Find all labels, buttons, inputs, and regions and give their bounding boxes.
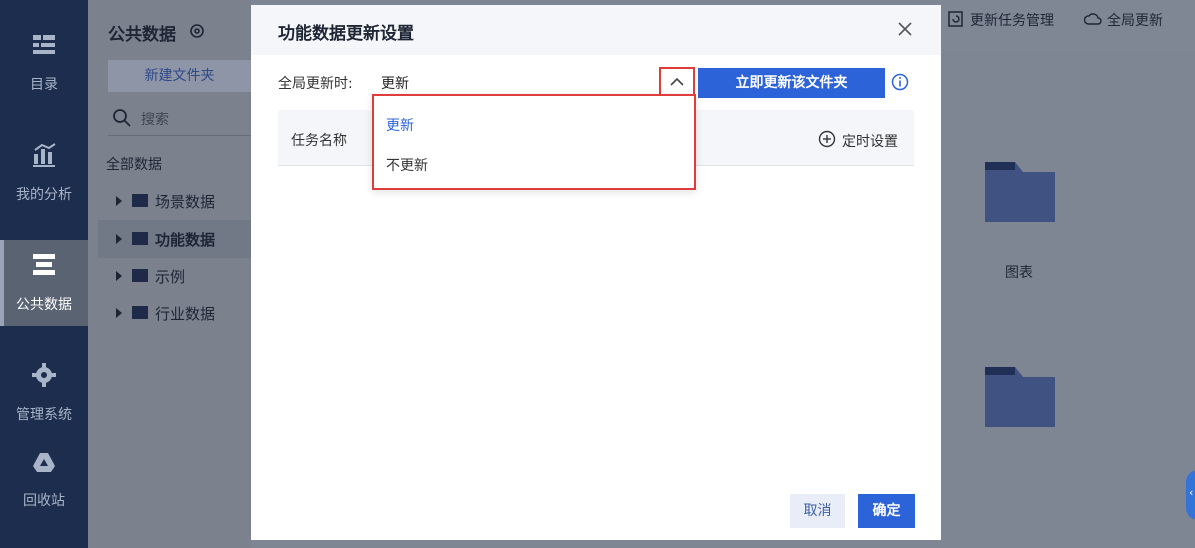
column-task-name: 任务名称 [291,133,347,149]
chevron-left-icon: ‹ [1189,486,1194,499]
global-update-select[interactable]: 更新 [373,65,695,97]
analysis-chart-icon [33,143,56,167]
top-toolbar: 更新任务管理 全局更新 [941,0,1195,52]
dropdown-option-update[interactable]: 更新 [386,115,414,135]
tree-item-label: 行业数据 [155,305,216,323]
rail-item-public-data[interactable]: 公共数据 [0,240,88,326]
folder-icon [132,194,148,207]
rail-label: 管理系统 [16,407,72,423]
task-manage-icon [948,11,963,27]
folder-panel: 公共数据 新建文件夹 搜索 全部数据 场景数据 功能数据 示例 行业数据 [88,0,251,548]
rail-item-catalog[interactable]: 目录 [0,20,88,106]
tree-item-label: 功能数据 [155,231,216,249]
expand-arrow-icon[interactable] [116,196,122,206]
folder-label[interactable]: 图表 [1005,262,1033,282]
panel-title: 公共数据 [108,25,176,45]
global-update-button[interactable]: 全局更新 [1107,10,1163,30]
public-data-icon [33,254,55,275]
dropdown-option-no-update[interactable]: 不更新 [386,155,428,175]
update-option-dropdown: 更新 不更新 [372,94,696,190]
folder-icon[interactable] [985,365,1055,427]
task-manage-button[interactable]: 更新任务管理 [970,10,1054,30]
select-value: 更新 [381,76,409,92]
gear-icon [32,363,56,387]
tree-item-function-data[interactable]: 功能数据 [98,220,251,258]
modal-header: 功能数据更新设置 [251,5,941,55]
confirm-button[interactable]: 确定 [858,494,915,528]
expand-arrow-icon[interactable] [116,234,122,244]
modal-title: 功能数据更新设置 [278,24,414,44]
add-circle-icon [818,130,836,148]
search-placeholder: 搜索 [141,112,169,128]
tree-item-label: 示例 [155,268,186,286]
new-folder-button[interactable]: 新建文件夹 [108,60,251,92]
rail-item-management[interactable]: 管理系统 [0,350,88,436]
rail-label: 我的分析 [16,187,72,203]
tree-item-examples[interactable]: 示例 [98,257,251,295]
rail-label: 目录 [30,77,58,93]
tree-item-scene-data[interactable]: 场景数据 [98,182,251,220]
search-box[interactable]: 搜索 [108,104,251,136]
collapse-tab[interactable]: ‹ [1186,470,1195,520]
catalog-icon [33,35,55,54]
all-data-label[interactable]: 全部数据 [106,154,162,174]
update-folder-now-button[interactable]: 立即更新该文件夹 [698,68,885,98]
select-toggle[interactable] [659,67,695,97]
update-settings-modal: 功能数据更新设置 全局更新时: 更新 立即更新该文件夹 任务名称 定时设置 更新… [251,5,941,540]
cloud-update-icon [1084,13,1102,25]
rail-label: 公共数据 [16,297,72,313]
rail-item-recycle-bin[interactable]: 回收站 [0,440,88,526]
left-nav-rail: 目录 我的分析 公共数据 管理系统 回收站 [0,0,88,548]
timer-settings-label: 定时设置 [842,134,898,150]
info-icon[interactable] [891,73,909,91]
settings-gear-icon[interactable] [188,22,206,40]
rail-label: 回收站 [23,493,65,509]
chevron-up-icon [670,77,684,86]
tree-item-label: 场景数据 [155,193,216,211]
rail-item-my-analysis[interactable]: 我的分析 [0,130,88,216]
close-icon[interactable] [896,20,914,38]
folder-icon [132,269,148,282]
expand-arrow-icon[interactable] [116,271,122,281]
global-update-label: 全局更新时: [278,76,353,92]
folder-icon [132,306,148,319]
tree-item-industry-data[interactable]: 行业数据 [98,294,251,332]
search-icon [113,109,131,127]
folder-icon[interactable] [985,160,1055,222]
expand-arrow-icon[interactable] [116,308,122,318]
recycle-drive-icon [33,453,55,472]
cancel-button[interactable]: 取消 [790,494,845,528]
folder-icon [132,232,148,245]
